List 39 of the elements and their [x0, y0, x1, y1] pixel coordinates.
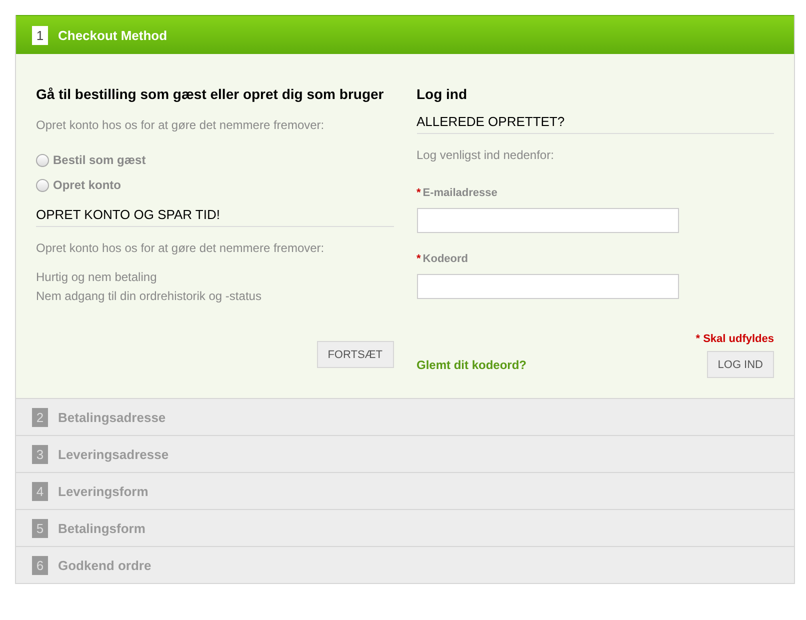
input-field[interactable] — [416, 274, 678, 299]
step-title: Leveringsform — [58, 484, 148, 498]
step-number: 4 — [32, 482, 48, 500]
field-label: * E-mailadresse — [416, 187, 498, 199]
step-number: 5 — [32, 518, 48, 538]
section-heading: Gå til bestilling som gæst eller opret dig som bruger — [36, 85, 385, 104]
step-title: Checkout Method — [58, 28, 168, 42]
step-title: Betalingsadresse — [58, 410, 166, 424]
intro-text: Opret konto hos os for at gøre det nemmere fremover: — [36, 117, 326, 134]
field-label: * Kodeord — [416, 253, 470, 265]
step-header[interactable]: 2 Betalingsadresse — [16, 398, 794, 435]
benefit-text: Nem adgang til din ordrehistorik og -status — [36, 288, 262, 305]
option-label: Opret konto — [53, 178, 121, 192]
section-heading: Log ind — [416, 85, 468, 104]
radio-button[interactable] — [36, 178, 49, 192]
step-number: 2 — [32, 408, 48, 426]
subsection-heading: OPRET KONTO OG SPAR TID! — [36, 207, 394, 227]
intro-text: Opret konto hos os for at gøre det nemmere fremover: — [36, 240, 326, 257]
radio-button[interactable] — [36, 154, 49, 166]
login-button[interactable]: LOG IND — [706, 351, 774, 378]
step-header[interactable]: 5 Betalingsform — [16, 509, 794, 546]
step-number: 3 — [32, 444, 48, 464]
forgot-password-link[interactable]: Glemt dit kodeord? — [416, 358, 527, 372]
step-number: 1 — [32, 26, 48, 44]
required-note: * Skal udfyldes — [696, 333, 774, 345]
step-number: 6 — [32, 556, 48, 574]
step-header[interactable]: 3 Leveringsadresse — [16, 435, 794, 472]
input-field[interactable] — [416, 208, 678, 233]
step-title: Godkend ordre — [58, 558, 152, 572]
step-header[interactable]: 6 Godkend ordre — [16, 546, 794, 583]
step-header[interactable]: 1 Checkout Method — [16, 15, 794, 54]
subsection-heading: ALLEREDE OPRETTET? — [416, 114, 774, 134]
continue-button[interactable]: FORTSÆT — [316, 341, 394, 368]
benefit-text: Hurtig og nem betaling — [36, 269, 158, 286]
step-title: Betalingsform — [58, 520, 146, 536]
option-label: Bestil som gæst — [53, 153, 146, 167]
step-title: Leveringsadresse — [58, 446, 169, 462]
step-header[interactable]: 4 Leveringsform — [16, 472, 794, 509]
intro-text: Log venligst ind nedenfor: — [416, 147, 555, 164]
